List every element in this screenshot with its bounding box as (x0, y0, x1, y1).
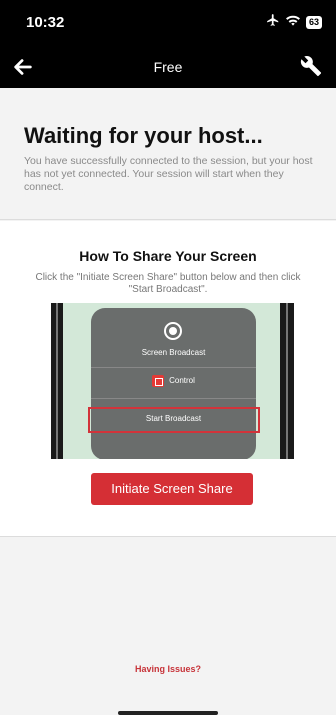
waiting-description: You have successfully connected to the s… (24, 155, 313, 193)
broadcast-illustration: Screen Broadcast Control Start Broadcast (51, 303, 294, 459)
divider (91, 367, 256, 368)
wifi-icon (285, 14, 300, 32)
control-row: Control (91, 374, 256, 388)
status-time: 10:32 (26, 14, 65, 31)
divider (91, 398, 256, 399)
initiate-screen-share-button[interactable]: Initiate Screen Share (91, 473, 253, 505)
broadcast-panel: Screen Broadcast Control Start Broadcast (88, 308, 260, 459)
airplane-icon (266, 13, 280, 32)
waiting-title: Waiting for your host... (24, 123, 263, 148)
phone-frame-left (51, 303, 63, 459)
status-bar: 10:32 63 (0, 0, 336, 46)
record-icon (164, 322, 182, 340)
waiting-section: Waiting for your host... You have succes… (0, 88, 336, 220)
phone-frame-right (280, 303, 294, 459)
share-title: How To Share Your Screen (79, 248, 257, 264)
control-app-icon (152, 374, 165, 387)
nav-bar: Free (0, 46, 336, 88)
broadcast-label: Screen Broadcast (141, 348, 206, 357)
start-broadcast-label: Start Broadcast (145, 414, 202, 423)
control-label: Control (169, 376, 195, 385)
status-icons: 63 (266, 13, 322, 32)
nav-title: Free (153, 59, 183, 75)
share-instructions-section: How To Share Your Screen Click the "Init… (0, 221, 336, 537)
home-indicator (118, 711, 218, 715)
share-description: Click the "Initiate Screen Share" button… (35, 272, 301, 295)
wrench-icon[interactable] (300, 55, 324, 79)
battery-icon: 63 (305, 16, 322, 29)
having-issues-link[interactable]: Having Issues? (0, 664, 336, 674)
